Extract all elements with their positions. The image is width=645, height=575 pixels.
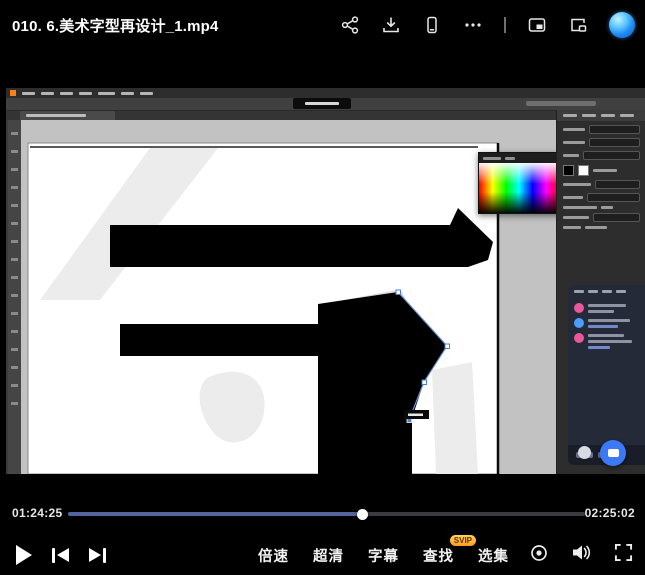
next-episode-button[interactable] [89,548,106,563]
previous-episode-button[interactable] [52,548,69,563]
fullscreen-icon[interactable] [614,543,633,567]
player-controls: 倍速 超清 字幕 查找 SVIP 选集 [0,538,645,572]
more-options-icon[interactable] [463,15,483,35]
anchor-point [422,380,427,385]
total-time: 02:25:02 [585,506,635,520]
chat-tabs[interactable] [568,285,645,298]
search-button[interactable]: 查找 SVIP [423,545,454,566]
fill-stroke-chips[interactable] [557,160,645,176]
progress-fill [68,512,363,516]
canvas-tooltip [293,98,351,109]
w-field[interactable] [583,151,640,160]
document-tab [20,111,115,120]
svip-badge: SVIP [450,535,476,546]
user-avatar[interactable] [609,12,635,38]
chat-fab-button[interactable] [600,440,626,466]
anchor-point [445,344,450,349]
video-player-app: 010. 6.美术字型再设计_1.mp4 [0,0,645,575]
artboard [28,143,498,474]
progress-bar[interactable] [68,512,585,516]
header-icon-group [340,12,635,38]
share-icon[interactable] [340,15,360,35]
document-tab-bar [6,111,556,120]
options-bar-text [526,101,596,106]
anchor-point [396,290,401,295]
header-divider [504,17,506,33]
chat-avatar [574,333,584,343]
send-to-phone-icon[interactable] [422,15,442,35]
chat-message [568,298,645,313]
illustrator-screenshot [6,88,645,474]
episodes-button[interactable]: 选集 [478,545,509,566]
mini-window-icon[interactable] [568,15,588,35]
illustrator-toolbar [8,120,21,474]
y-field[interactable] [589,138,640,147]
color-spectrum[interactable] [479,163,559,213]
chat-message [568,328,645,349]
play-button[interactable] [16,545,32,565]
chat-avatar [574,303,584,313]
chat-message [568,313,645,328]
chat-emoji-icon[interactable] [578,446,591,459]
picture-in-picture-icon[interactable] [527,15,547,35]
video-title: 010. 6.美术字型再设计_1.mp4 [12,15,219,36]
speed-button[interactable]: 倍速 [258,545,289,566]
current-time: 01:24:25 [12,506,62,520]
panel-tabs[interactable] [557,110,645,121]
opacity-field[interactable] [595,180,640,189]
circle-dot-icon[interactable] [529,543,549,568]
chat-avatar [574,318,584,328]
x-field[interactable] [589,125,640,134]
download-icon[interactable] [381,15,401,35]
artboard-canvas [21,120,556,474]
chat-overlay [568,285,645,465]
color-picker-panel [478,152,560,214]
color-picker-header[interactable] [479,153,559,163]
quality-button[interactable]: 超清 [313,545,344,566]
subtitles-button[interactable]: 字幕 [368,545,399,566]
second-horizontal-stroke [120,324,332,356]
illustrator-logo [10,90,16,96]
progress-thumb[interactable] [357,509,368,520]
video-surface[interactable] [0,88,645,474]
volume-icon[interactable] [571,543,592,567]
illustrator-menubar [6,88,645,98]
